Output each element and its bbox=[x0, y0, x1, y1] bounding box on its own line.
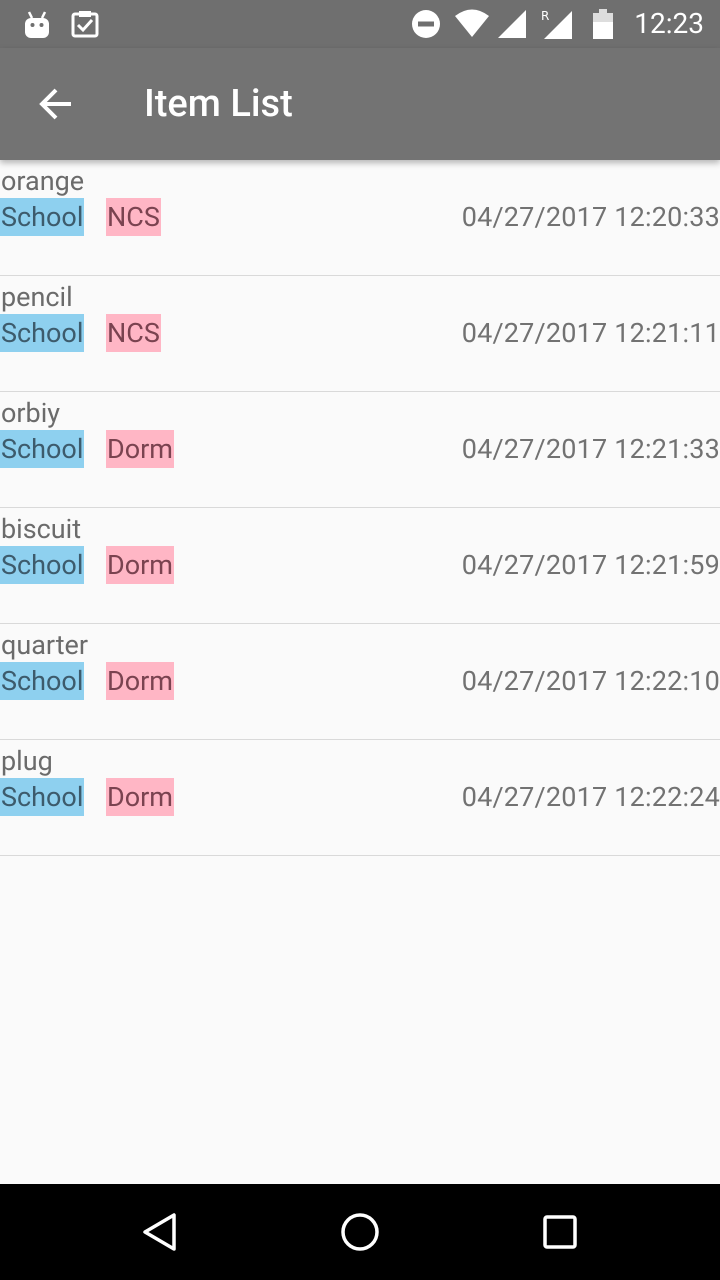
location-tag: Dorm bbox=[106, 546, 174, 584]
recents-square-icon bbox=[543, 1215, 577, 1249]
item-name: biscuit bbox=[1, 513, 82, 545]
category-tag: School bbox=[0, 778, 85, 816]
item-timestamp: 04/27/2017 12:21:11 bbox=[461, 317, 720, 349]
location-tag: Dorm bbox=[106, 778, 174, 816]
item-name: pencil bbox=[1, 281, 73, 313]
roaming-signal-icon: R bbox=[540, 0, 574, 48]
category-tag: School bbox=[0, 314, 85, 352]
home-circle-icon bbox=[341, 1213, 379, 1251]
list-item[interactable]: orange School NCS 04/27/2017 12:20:33 bbox=[0, 160, 720, 276]
list-item[interactable]: orbiy School Dorm 04/27/2017 12:21:33 bbox=[0, 392, 720, 508]
item-timestamp: 04/27/2017 12:22:24 bbox=[461, 781, 720, 813]
list-item[interactable]: quarter School Dorm 04/27/2017 12:22:10 bbox=[0, 624, 720, 740]
do-not-disturb-icon bbox=[411, 0, 441, 48]
back-button[interactable] bbox=[26, 74, 86, 134]
list-item[interactable]: pencil School NCS 04/27/2017 12:21:11 bbox=[0, 276, 720, 392]
nav-recents-button[interactable] bbox=[530, 1202, 590, 1262]
android-icon bbox=[22, 0, 52, 48]
item-timestamp: 04/27/2017 12:22:10 bbox=[461, 665, 720, 697]
wifi-icon bbox=[454, 0, 490, 48]
arrow-back-icon bbox=[39, 88, 71, 120]
page-title: Item List bbox=[144, 82, 293, 126]
nav-home-button[interactable] bbox=[330, 1202, 390, 1262]
location-tag: Dorm bbox=[106, 662, 174, 700]
location-tag: NCS bbox=[106, 198, 161, 236]
app-bar: Item List bbox=[0, 48, 720, 160]
back-triangle-icon bbox=[143, 1213, 176, 1251]
item-timestamp: 04/27/2017 12:20:33 bbox=[461, 201, 720, 233]
location-tag: Dorm bbox=[106, 430, 174, 468]
status-time: 12:23 bbox=[634, 7, 704, 40]
item-name: orange bbox=[1, 165, 85, 197]
item-timestamp: 04/27/2017 12:21:59 bbox=[461, 549, 720, 581]
item-name: plug bbox=[1, 745, 53, 777]
category-tag: School bbox=[0, 198, 85, 236]
category-tag: School bbox=[0, 430, 85, 468]
svg-text:R: R bbox=[541, 9, 549, 23]
category-tag: School bbox=[0, 662, 85, 700]
list-item[interactable]: plug School Dorm 04/27/2017 12:22:24 bbox=[0, 740, 720, 856]
status-bar: R 12:23 bbox=[0, 0, 720, 48]
signal-icon bbox=[496, 0, 528, 48]
battery-icon bbox=[592, 0, 614, 48]
item-name: orbiy bbox=[1, 397, 61, 429]
clipboard-check-icon bbox=[68, 0, 100, 48]
item-list: orange School NCS 04/27/2017 12:20:33 pe… bbox=[0, 160, 720, 856]
item-timestamp: 04/27/2017 12:21:33 bbox=[461, 433, 720, 465]
item-name: quarter bbox=[1, 629, 89, 661]
nav-back-button[interactable] bbox=[130, 1202, 190, 1262]
list-item[interactable]: biscuit School Dorm 04/27/2017 12:21:59 bbox=[0, 508, 720, 624]
location-tag: NCS bbox=[106, 314, 161, 352]
navigation-bar bbox=[0, 1184, 720, 1280]
category-tag: School bbox=[0, 546, 85, 584]
